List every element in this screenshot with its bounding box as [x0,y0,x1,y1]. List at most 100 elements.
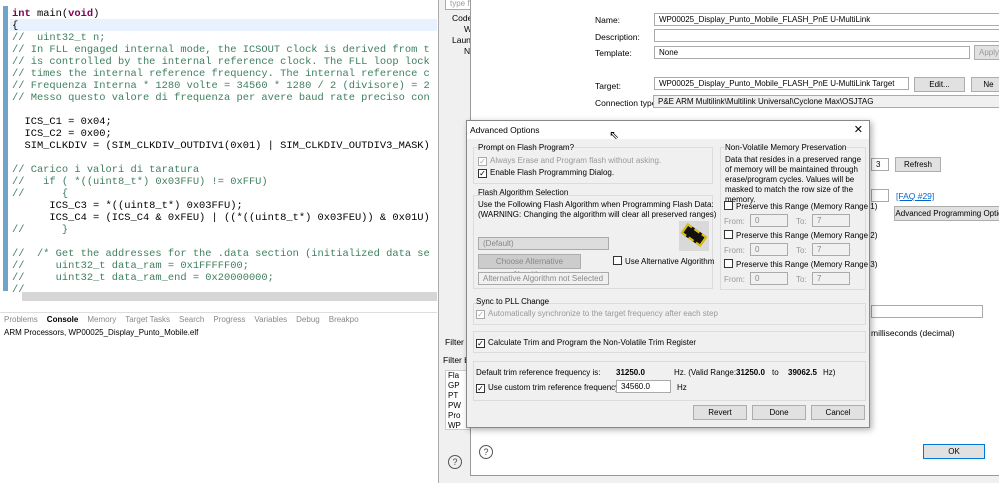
revert-button[interactable]: Revert [693,405,747,420]
name-field[interactable]: WP00025_Display_Punto_Mobile_FLASH_PnE U… [654,13,999,26]
tab-console[interactable]: Console [47,315,79,324]
code-line: SIM_CLKDIV = (SIM_CLKDIV_OUTDIV1(0x01) |… [12,140,430,152]
name-label: Name: [595,15,621,25]
range-to-input: 7 [812,272,850,285]
range-to-input: 7 [812,243,850,256]
code-line: ICS_C1 = 0x04; [12,116,112,128]
to-label: To: [796,217,807,226]
refresh-button[interactable]: Refresh [895,157,941,172]
console-output: ARM Processors, WP00025_Display_Punto_Mo… [4,328,199,337]
code-line: { [12,20,19,32]
valid-range-label: Hz. (Valid Range: [674,368,737,377]
target-label: Target: [595,81,621,91]
use-alt-label: Use Alternative Algorithm [625,257,715,266]
tab-search[interactable]: Search [179,315,204,324]
range-max: 39062.5 [788,368,817,377]
tab-target-tasks[interactable]: Target Tasks [125,315,170,324]
tab-memory[interactable]: Memory [87,315,116,324]
tab-debug[interactable]: Debug [296,315,320,324]
algorithm-select: (Default) [478,237,609,250]
tree-item[interactable]: Laun [452,35,471,45]
hz-label: Hz [677,383,687,392]
connection-field: P&E ARM Multilink\Multilink Universal\Cy… [653,95,999,108]
code-line: ICS_C4 = (ICS_C4 & 0xFEU) | ((*((uint8_t… [12,212,430,224]
description-field[interactable] [654,29,999,42]
console-tab-bar: Problems Console Memory Target Tasks Sea… [0,312,437,326]
code-editor[interactable]: int main(void){// uint32_t n;// In FLL e… [0,0,437,305]
sync-group-label: Sync to PLL Change [476,297,550,306]
sync-checkbox: ✓ Automatically synchronize to the target… [476,309,718,319]
choose-alternative-algorithm-button: Choose Alternative Algorithm [478,254,581,279]
code-line: // Frequenza Interna * 1280 volte = 3456… [12,80,430,92]
advanced-programming-options-button[interactable]: Advanced Programming Optio [894,206,999,221]
from-label: From: [724,217,745,226]
editor-horizontal-scrollbar[interactable] [22,292,437,301]
tab-problems[interactable]: Problems [4,315,38,324]
connection-label: Connection type: [595,98,659,108]
code-line: // times the internal reference frequenc… [12,68,430,80]
code-line: // if ( *((uint8_t*) 0x03FFU) != 0xFFU) [12,176,268,188]
preserve-range-label: Preserve this Range (Memory Range 1) [736,202,878,211]
dialog-title: Advanced Options ✕ [467,121,869,139]
editor-gutter [3,6,8,291]
faq-link[interactable]: [FAQ #29] [896,191,934,201]
custom-trim-input[interactable]: 34560.0 [616,380,671,393]
code-line: // is controlled by the internal referen… [12,56,430,68]
code-line: ICS_C3 = *((uint8_t*) 0x03FFU); [12,200,243,212]
dialog-title-text: Advanced Options [470,125,540,135]
code-line: int main(void) [12,8,100,20]
description-label: Description: [595,32,640,42]
filter-input[interactable]: type filt [445,0,471,10]
always-erase-label: Always Erase and Program flash without a… [490,156,662,165]
default-trim-value: 31250.0 [616,368,645,377]
option-select[interactable] [871,305,983,318]
code-line: // Carico i valori di taratura [12,164,200,176]
algorithm-text: Use the Following Flash Algorithm when P… [478,200,714,209]
preserve-range-checkbox[interactable]: Preserve this Range (Memory Range 3) [724,259,877,269]
calculate-trim-checkbox[interactable]: ✓ Calculate Trim and Program the Non-Vola… [476,338,696,348]
custom-trim-checkbox[interactable]: ✓ Use custom trim reference frequency: [476,383,621,393]
custom-trim-label: Use custom trim reference frequency: [488,383,622,392]
tab-breakpoints[interactable]: Breakpo [329,315,359,324]
to-label: To: [796,246,807,255]
use-alternative-algorithm-checkbox[interactable]: Use Alternative Algorithm [613,256,714,266]
from-label: From: [724,246,745,255]
enable-dialog-checkbox[interactable]: ✓ Enable Flash Programming Dialog. [478,168,614,178]
range-to-input: 7 [812,214,850,227]
tab-variables[interactable]: Variables [254,315,287,324]
code-line: // { [12,188,69,200]
close-icon[interactable]: ✕ [854,123,863,136]
milliseconds-label: milliseconds (decimal) [871,328,955,338]
help-icon[interactable]: ? [479,445,493,459]
cancel-button[interactable]: Cancel [811,405,865,420]
mouse-cursor-icon: ⇖ [609,128,620,142]
template-select[interactable]: None [654,46,970,59]
chip-icon [679,221,709,251]
edit-button[interactable]: Edit... [914,77,965,92]
target-select[interactable]: WP00025_Display_Punto_Mobile_FLASH_PnE U… [654,77,909,90]
code-line: ICS_C2 = 0x00; [12,128,112,140]
preserve-range-checkbox[interactable]: Preserve this Range (Memory Range 2) [724,230,877,240]
sync-label: Automatically synchronize to the target … [488,309,718,318]
new-button[interactable]: Ne [971,77,999,92]
range-from-input: 0 [750,272,788,285]
code-line: // uint32_t data_ram = 0x1FFFFF00; [12,260,249,272]
to-label: To: [796,275,807,284]
ok-button[interactable]: OK [923,444,985,459]
code-line: // /* Get the addresses for the .data se… [12,248,430,260]
port-select[interactable]: 3 [871,158,889,171]
nv-group-label: Non-Volatile Memory Preservation [725,143,847,152]
code-line: // Messo questo valore di frequenza per … [12,92,430,104]
done-button[interactable]: Done [752,405,806,420]
nv-description: Data that resides in a preserved range o… [725,155,862,204]
help-icon[interactable]: ? [448,455,462,469]
preserve-range-label: Preserve this Range (Memory Range 3) [736,260,878,269]
apply-button[interactable]: Apply [974,45,999,60]
tab-progress[interactable]: Progress [213,315,245,324]
current-line-highlight [10,19,437,31]
code-line: // uint32_t data_ram_end = 0x20000000; [12,272,274,284]
preserve-range-checkbox[interactable]: Preserve this Range (Memory Range 1) [724,201,877,211]
range-from-input: 0 [750,214,788,227]
from-label: From: [724,275,745,284]
preserve-range-label: Preserve this Range (Memory Range 2) [736,231,878,240]
